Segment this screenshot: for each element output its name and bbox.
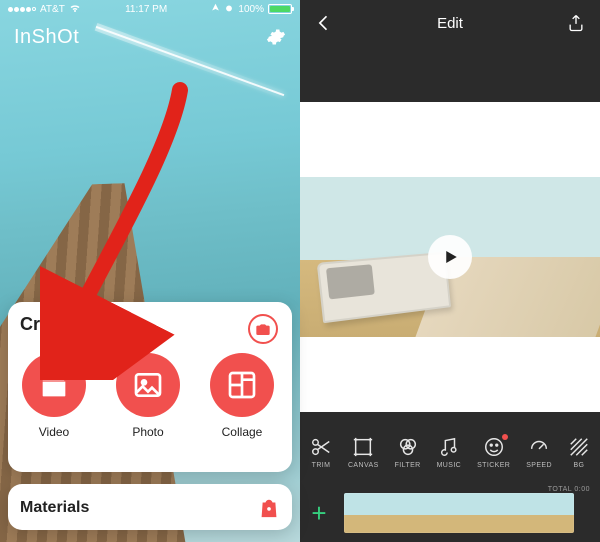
- tool-sticker[interactable]: STICKER: [477, 436, 510, 469]
- tool-speed[interactable]: SPEED: [526, 436, 552, 469]
- tool-trim[interactable]: TRIM: [310, 436, 332, 469]
- tool-bg-label: BG: [573, 462, 584, 469]
- filter-icon: [397, 436, 419, 458]
- location-icon: [211, 3, 220, 15]
- carrier-label: AT&T: [40, 4, 65, 15]
- create-photo-button[interactable]: Photo: [116, 353, 180, 439]
- create-collage-label: Collage: [222, 425, 263, 439]
- share-icon: [566, 13, 586, 33]
- inshot-home-screen: AT&T 11:17 PM 100% InShOt: [0, 0, 300, 542]
- tool-bg[interactable]: BG: [568, 436, 590, 469]
- shopping-bag-icon: [258, 497, 280, 519]
- edit-header: Edit: [300, 0, 600, 46]
- canvas-icon: [352, 436, 374, 458]
- image-icon: [132, 369, 164, 401]
- tool-music[interactable]: MUSIC: [437, 436, 462, 469]
- tool-trim-label: TRIM: [312, 462, 331, 469]
- materials-title: Materials: [20, 499, 89, 517]
- clock-label: 11:17 PM: [125, 4, 167, 15]
- app-header: InShOt: [0, 20, 300, 54]
- tool-sticker-label: STICKER: [477, 462, 510, 469]
- speed-icon: [528, 436, 550, 458]
- edit-toolbar: TRIM CANVAS FILTER MUSIC STICKER SPE: [300, 412, 600, 484]
- back-button[interactable]: [314, 13, 334, 33]
- edit-title: Edit: [437, 15, 463, 32]
- tool-filter-label: FILTER: [395, 462, 421, 469]
- timeline[interactable]: TOTAL 0:00 +: [300, 484, 600, 542]
- scissors-icon: [310, 436, 332, 458]
- tool-speed-label: SPEED: [526, 462, 552, 469]
- battery-icon: [268, 4, 292, 14]
- sticker-icon: [483, 436, 505, 458]
- create-card-title: Create N: [20, 314, 280, 335]
- tool-music-label: MUSIC: [437, 462, 462, 469]
- create-video-button[interactable]: Video: [22, 353, 86, 439]
- tool-canvas[interactable]: CANVAS: [348, 436, 379, 469]
- camera-icon: [255, 321, 271, 337]
- wifi-icon: [69, 2, 81, 17]
- materials-card[interactable]: Materials: [8, 484, 292, 530]
- clip-thumbnail[interactable]: [344, 493, 574, 533]
- add-clip-button[interactable]: +: [300, 484, 338, 542]
- create-collage-button[interactable]: Collage: [210, 353, 274, 439]
- play-icon: [441, 248, 459, 266]
- clapperboard-icon: [38, 369, 70, 401]
- app-logo: InShOt: [14, 26, 79, 49]
- create-video-label: Video: [39, 425, 69, 439]
- tool-filter[interactable]: FILTER: [395, 436, 421, 469]
- battery-pct-label: 100%: [238, 4, 264, 15]
- letterbox-top: [300, 46, 600, 102]
- share-button[interactable]: [566, 13, 586, 33]
- alarm-icon: [224, 3, 234, 16]
- plus-icon: +: [311, 500, 326, 526]
- video-frame[interactable]: [300, 177, 600, 337]
- play-button[interactable]: [428, 235, 472, 279]
- music-icon: [438, 436, 460, 458]
- gear-icon: [266, 27, 286, 47]
- bg-icon: [568, 436, 590, 458]
- tool-canvas-label: CANVAS: [348, 462, 379, 469]
- collage-icon: [226, 369, 258, 401]
- create-photo-label: Photo: [132, 425, 163, 439]
- settings-button[interactable]: [266, 27, 286, 47]
- ios-status-bar: AT&T 11:17 PM 100%: [0, 0, 300, 18]
- camera-button[interactable]: [248, 314, 278, 344]
- chevron-left-icon: [314, 13, 334, 33]
- inshot-edit-screen: Edit TRIM CANVAS: [300, 0, 600, 542]
- badge-dot-icon: [502, 434, 508, 440]
- create-new-card: Create N Video Photo: [8, 302, 292, 472]
- timeline-total-label: TOTAL 0:00: [548, 486, 590, 493]
- video-preview-area: [300, 102, 600, 412]
- signal-icon: [8, 7, 36, 12]
